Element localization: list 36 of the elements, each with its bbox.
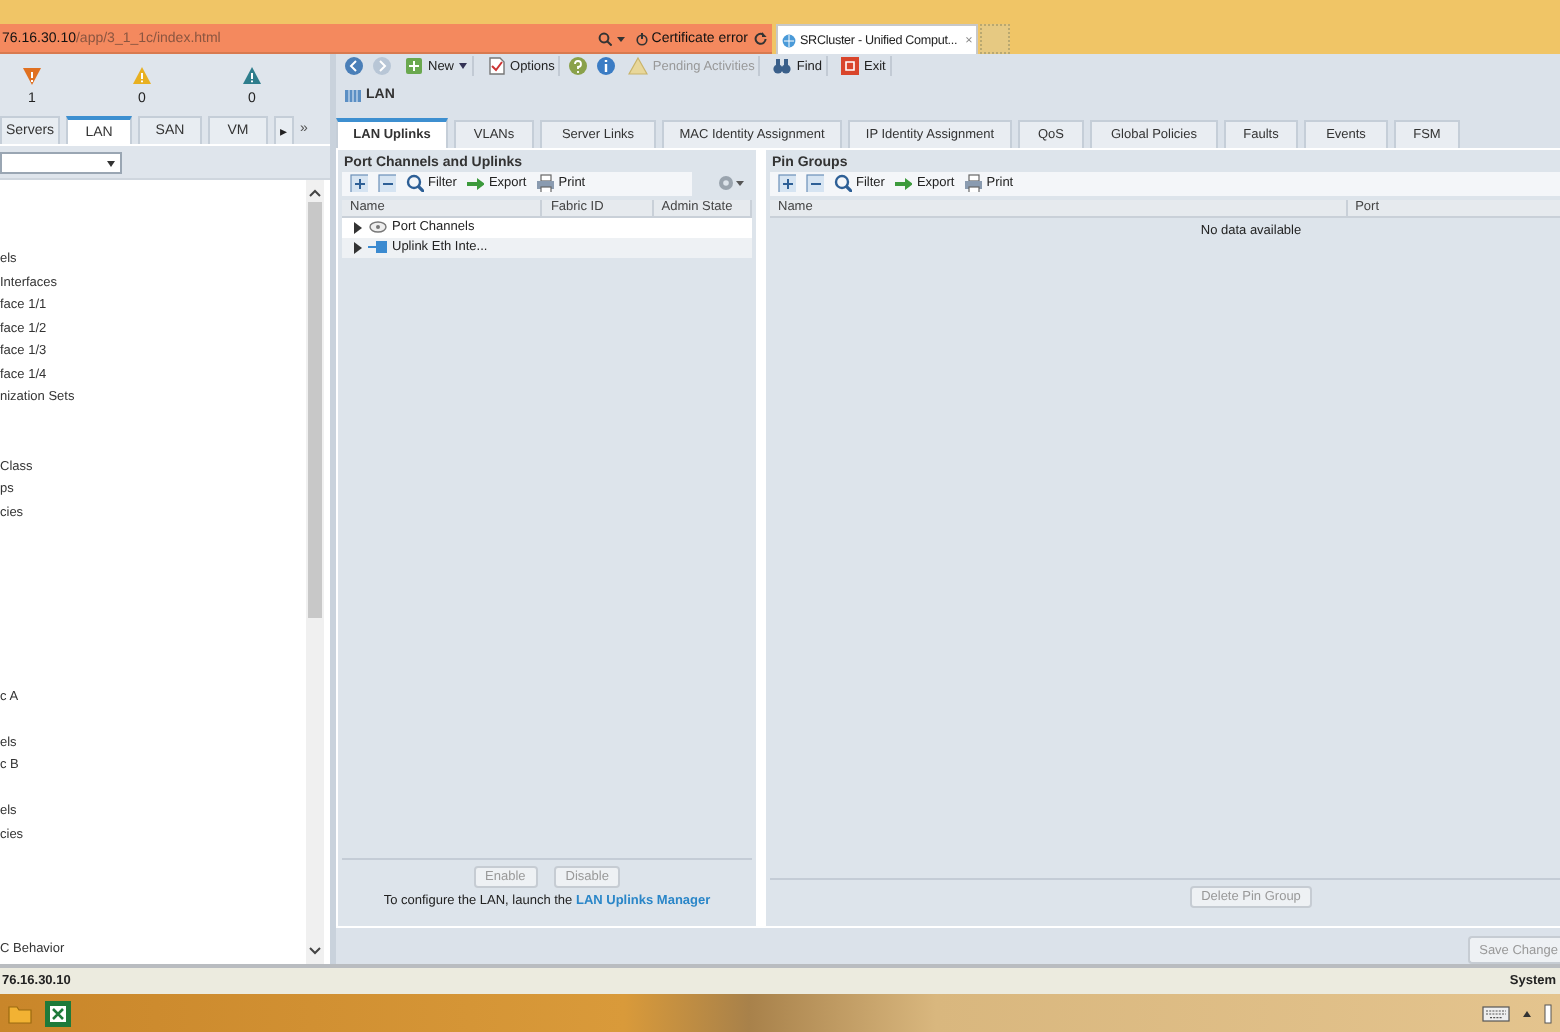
remove-icon[interactable]	[806, 174, 824, 193]
add-icon[interactable]	[778, 174, 796, 193]
scroll-down-icon[interactable]	[308, 946, 322, 956]
expand-icon[interactable]	[352, 241, 364, 254]
scroll-up-icon[interactable]	[308, 188, 322, 198]
major-fault-icon	[132, 66, 152, 86]
filter-icon	[834, 174, 852, 193]
lan-icon	[344, 87, 362, 104]
scrollbar-thumb[interactable]	[308, 202, 322, 618]
back-icon[interactable]	[344, 56, 364, 77]
refresh-icon[interactable]	[754, 31, 768, 45]
export-icon	[466, 174, 485, 193]
gear-icon[interactable]	[716, 174, 744, 193]
export-icon	[894, 174, 913, 193]
minor-fault-icon	[242, 66, 262, 86]
caret-down-icon	[106, 159, 116, 167]
caret-up-icon[interactable]	[1522, 1009, 1532, 1017]
keyboard-icon[interactable]	[1482, 1005, 1510, 1021]
remove-icon[interactable]	[378, 174, 396, 193]
info-icon[interactable]	[596, 56, 617, 77]
critical-fault-icon	[22, 66, 42, 86]
globe-icon	[782, 33, 796, 47]
tray-icon[interactable]	[1544, 1003, 1552, 1023]
exit-icon	[840, 56, 861, 77]
spreadsheet-icon[interactable]	[44, 999, 72, 1027]
plus-icon	[404, 56, 424, 77]
caret-down-icon[interactable]	[615, 31, 626, 45]
binoculars-icon	[772, 56, 793, 77]
uplink-icon	[368, 240, 388, 255]
add-icon[interactable]	[350, 174, 368, 193]
expand-icon[interactable]	[352, 221, 364, 234]
help-icon[interactable]	[568, 56, 589, 77]
search-icon[interactable]	[597, 31, 612, 45]
document-icon	[486, 56, 507, 77]
filter-icon	[406, 174, 424, 193]
caret-down-icon	[458, 62, 469, 71]
